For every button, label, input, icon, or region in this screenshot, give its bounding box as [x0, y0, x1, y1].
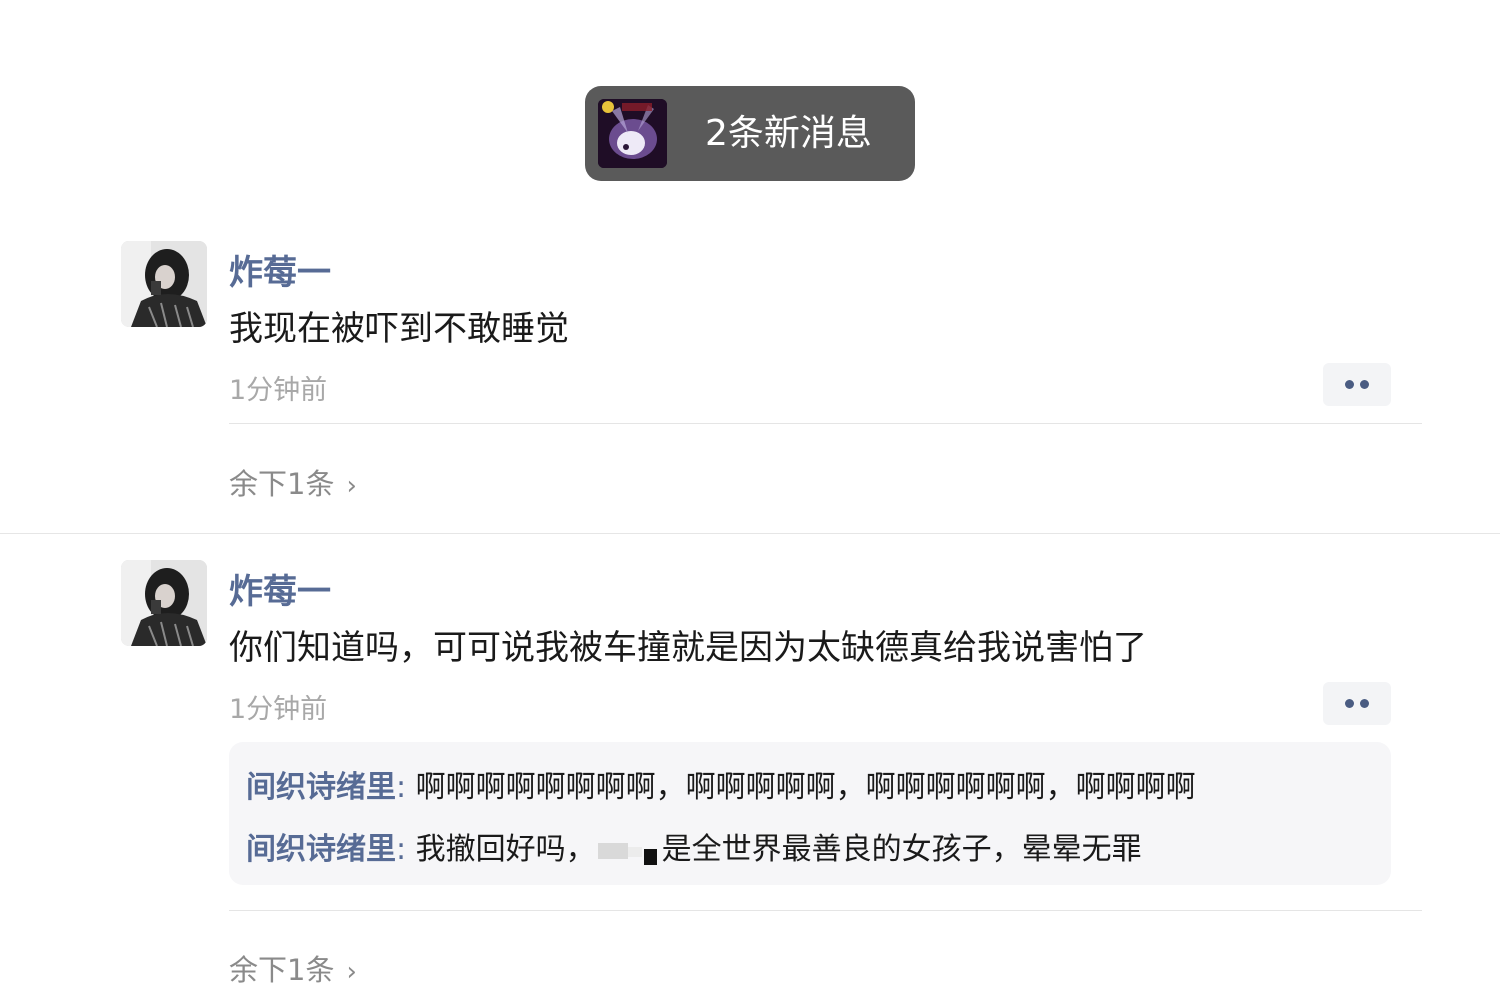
- remaining-replies-link[interactable]: 余下1条 ›: [229, 947, 357, 989]
- more-dots-icon-dot: [1360, 699, 1369, 708]
- replies-box: 间织诗绪里: 啊啊啊啊啊啊啊啊，啊啊啊啊啊，啊啊啊啊啊啊，啊啊啊啊 间织诗绪里:…: [229, 742, 1391, 885]
- avatar[interactable]: [121, 560, 207, 646]
- reply-text: 啊啊啊啊啊啊啊啊，啊啊啊啊啊，啊啊啊啊啊啊，啊啊啊啊: [415, 770, 1196, 805]
- reply-item[interactable]: 间织诗绪里: 啊啊啊啊啊啊啊啊，啊啊啊啊啊，啊啊啊啊啊啊，啊啊啊啊: [246, 762, 1196, 806]
- sender-thumbnail: [598, 99, 667, 168]
- divider: [229, 423, 1422, 424]
- new-messages-label: 2条新消息: [705, 113, 872, 154]
- comment-text: 你们知道吗，可可说我被车撞就是因为太缺德真给我说害怕了: [229, 628, 1147, 668]
- more-options-button[interactable]: [1323, 363, 1391, 406]
- timestamp: 1分钟前: [229, 375, 328, 406]
- reply-text-after: 是全世界最善良的女孩子，晕晕无罪: [661, 832, 1142, 867]
- new-messages-pill[interactable]: 2条新消息: [585, 86, 915, 181]
- reply-separator: :: [396, 770, 407, 805]
- remaining-replies-link[interactable]: 余下1条 ›: [229, 461, 357, 503]
- reply-username[interactable]: 间织诗绪里: [246, 770, 396, 805]
- more-dots-icon-dot: [1360, 380, 1369, 389]
- username[interactable]: 炸莓一: [229, 564, 331, 613]
- reply-text-before: 我撤回好吗，: [415, 832, 596, 867]
- reply-separator: :: [396, 832, 407, 867]
- chevron-right-icon: ›: [346, 471, 357, 501]
- remaining-replies-label: 余下1条: [229, 953, 335, 987]
- avatar[interactable]: [121, 241, 207, 327]
- more-options-button[interactable]: [1323, 682, 1391, 725]
- reply-item[interactable]: 间织诗绪里: 我撤回好吗， 是全世界最善良的女孩子，晕晕无罪: [246, 824, 1142, 868]
- username[interactable]: 炸莓一: [229, 245, 331, 294]
- section-divider: [0, 533, 1500, 534]
- redacted-mark: [597, 837, 660, 865]
- divider: [229, 910, 1422, 911]
- chevron-right-icon: ›: [346, 957, 357, 987]
- comment-text: 我现在被吓到不敢睡觉: [229, 309, 569, 349]
- more-dots-icon: [1345, 380, 1354, 389]
- reply-username[interactable]: 间织诗绪里: [246, 832, 396, 867]
- timestamp: 1分钟前: [229, 694, 328, 725]
- remaining-replies-label: 余下1条: [229, 467, 335, 501]
- more-dots-icon: [1345, 699, 1354, 708]
